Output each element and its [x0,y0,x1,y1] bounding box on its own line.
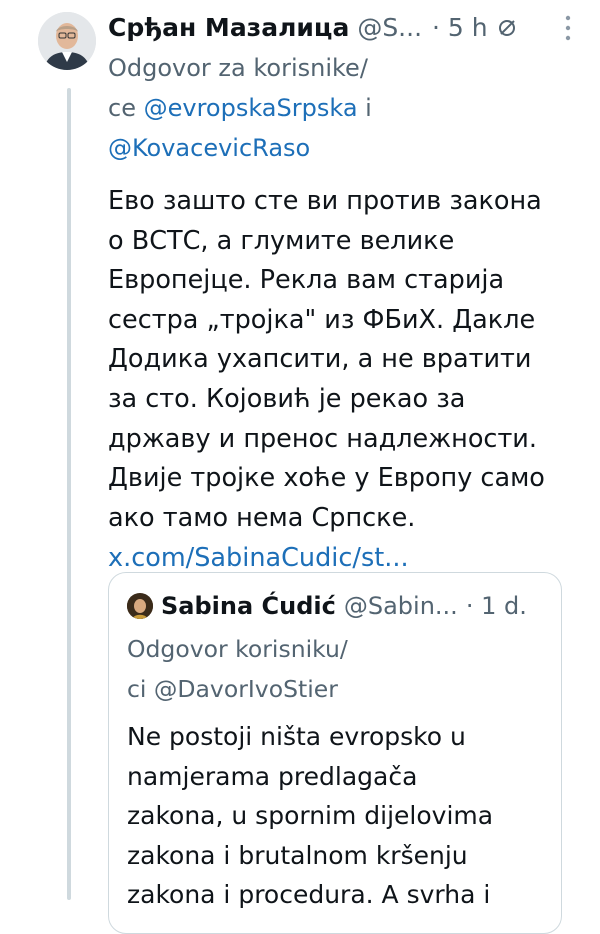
mention-kovacevicraso[interactable]: @KovacevicRaso [108,134,310,162]
quote-author-name[interactable]: Sabina Ćudić [161,587,336,625]
mention-evropskasrpska[interactable]: @evropskaSrpska [144,94,358,122]
mention-davorivostier[interactable]: @DavorIvoStier [154,675,338,703]
quote-reply-context: Odgovor korisniku/ ci @DavorIvoStier [127,629,348,709]
reply-conjunction: i [357,94,372,122]
quote-author-handle[interactable]: @Sabin... [344,587,458,625]
quote-reply-prefix: Odgovor korisniku/ [127,635,348,663]
quoted-tweet[interactable]: Sabina Ćudić @Sabin... · 1 d. Odgovor ko… [108,572,562,934]
quote-header: Sabina Ćudić @Sabin... · 1 d. [127,587,527,625]
tweet-time[interactable]: · 5 h [432,8,488,48]
quote-time[interactable]: · 1 d. [466,587,527,625]
thread-connector-line [67,88,71,900]
slashed-circle-icon [498,20,515,36]
tweet-body: Ево зашто сте ви против закона о ВСТС, а… [108,186,545,533]
author-name[interactable]: Срђан Мазалица [108,8,349,48]
author-avatar[interactable] [38,12,96,70]
tweet-header: Срђан Мазалица @S... · 5 h [108,8,588,48]
avatar-photo [38,12,96,70]
author-handle[interactable]: @S... [357,8,422,48]
quote-avatar-photo [127,594,153,619]
quote-avatar[interactable] [127,593,153,619]
quote-reply-prefix-2: ci [127,675,154,703]
quote-body: Ne postoji ništa evropsko u namjerama pr… [127,722,494,910]
reply-prefix-2: ce [108,94,144,122]
reply-context: Odgovor za korisnike/ ce @evropskaSrpska… [108,48,588,168]
reply-prefix: Odgovor za korisnike/ [108,54,368,82]
vertical-dots-icon[interactable] [564,14,572,42]
main-tweet[interactable]: Срђан Мазалица @S... · 5 h Odgovor za ko… [108,8,588,578]
